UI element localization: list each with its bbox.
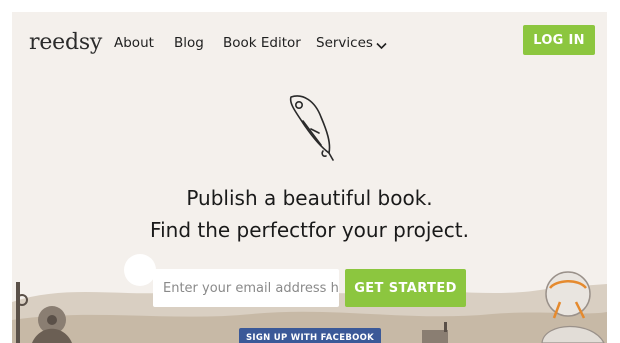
hero-headline-line-1: Publish a beautiful book. bbox=[186, 186, 433, 210]
nav-blog[interactable]: Blog bbox=[174, 35, 204, 51]
chevron-down-icon[interactable] bbox=[376, 42, 387, 50]
nav-about[interactable]: About bbox=[114, 35, 154, 51]
login-button[interactable]: LOG IN bbox=[523, 25, 595, 55]
get-started-button[interactable]: GET STARTED bbox=[345, 269, 466, 307]
nav-book-editor[interactable]: Book Editor bbox=[223, 35, 301, 51]
facebook-signup-button[interactable]: SIGN UP WITH FACEBOOK bbox=[239, 328, 381, 343]
hero-headline-line-2: Find the perfectfor your project. bbox=[150, 218, 469, 242]
nav-services[interactable]: Services bbox=[316, 35, 373, 51]
hero-section: reedsy About Blog Book Editor Services L… bbox=[12, 12, 607, 343]
email-input[interactable] bbox=[153, 269, 339, 307]
quill-icon bbox=[289, 95, 334, 161]
reedsy-logo[interactable]: reedsy bbox=[29, 30, 102, 55]
